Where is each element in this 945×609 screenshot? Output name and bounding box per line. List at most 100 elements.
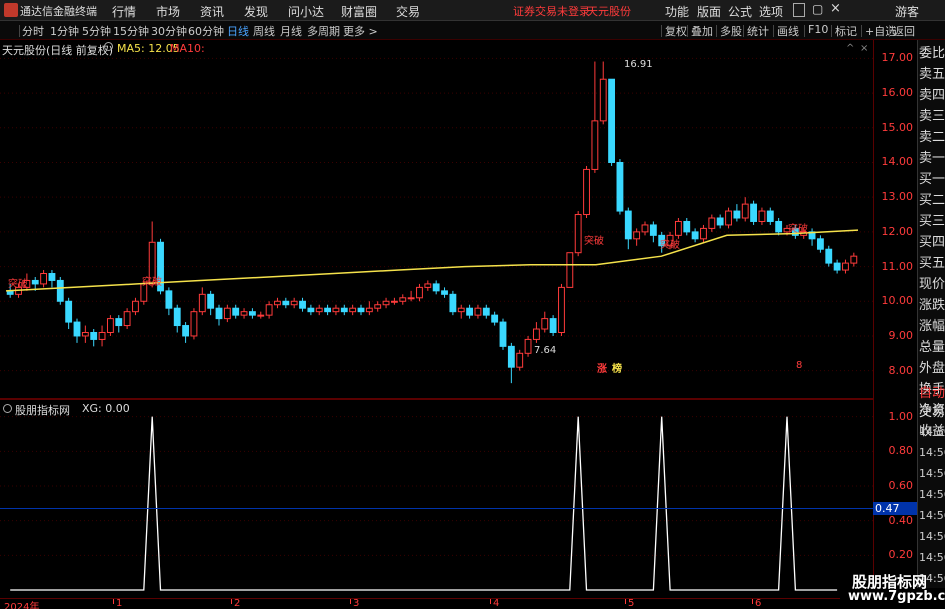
- period-tab-6[interactable]: 日线: [227, 23, 249, 39]
- menu-item-0[interactable]: 行情: [112, 3, 136, 20]
- price-tick: 8.00: [888, 363, 914, 377]
- indicator-tick: 0.60: [888, 479, 914, 492]
- minimize-window-icon[interactable]: [793, 3, 805, 17]
- period-tab-9[interactable]: 多周期: [307, 23, 340, 39]
- menu-item-6[interactable]: 交易: [396, 3, 420, 20]
- quote-field-0[interactable]: 委比: [919, 43, 945, 64]
- quote-field-9[interactable]: 买四: [919, 232, 945, 253]
- candle-body: [466, 307, 474, 316]
- candle-body: [98, 331, 106, 340]
- quote-field-14[interactable]: 总量: [919, 337, 945, 358]
- quote-field-1[interactable]: 卖五: [919, 64, 945, 85]
- candle-body: [215, 307, 223, 320]
- toolbar-divider: [773, 25, 774, 37]
- candle-body: [583, 168, 590, 216]
- kline-chart[interactable]: 天元股份(日线 前复权) MA5: 12.05 MA10: ^ × 16.91 …: [0, 40, 873, 398]
- menu-item-5[interactable]: 财富圈: [341, 3, 377, 20]
- date-tick: [625, 599, 626, 604]
- tick-time: 14:56: [919, 467, 945, 480]
- auto-trade-toggle[interactable]: 自动: [919, 383, 945, 404]
- candle-body: [491, 314, 499, 323]
- quote-field-7[interactable]: 买二: [919, 190, 945, 211]
- candle-body: [357, 307, 365, 313]
- user-login[interactable]: 游客: [895, 3, 919, 20]
- toolbar-button-7[interactable]: +自选: [865, 23, 896, 39]
- quote-field-13[interactable]: 涨幅: [919, 316, 945, 337]
- candle-body: [257, 314, 265, 317]
- period-tab-1[interactable]: 1分钟: [50, 23, 79, 39]
- quote-field-6[interactable]: 买一: [919, 169, 945, 190]
- quote-field-15[interactable]: 外盘: [919, 358, 945, 379]
- candle-body: [457, 307, 465, 313]
- menu-item-2[interactable]: 资讯: [200, 3, 224, 20]
- quote-field-4[interactable]: 卖二: [919, 127, 945, 148]
- toolbar-button-1[interactable]: 叠加: [691, 23, 713, 39]
- candle-body: [850, 255, 858, 264]
- right-menu-item-3[interactable]: 选项: [759, 3, 783, 20]
- quote-field-8[interactable]: 买三: [919, 211, 945, 232]
- candle-body: [432, 283, 440, 292]
- price-tick: 12.00: [881, 224, 914, 238]
- tick-time: 14:56: [919, 488, 945, 501]
- toolbar-button-8[interactable]: 返回: [893, 23, 915, 39]
- toolbar-button-3[interactable]: 统计: [747, 23, 769, 39]
- candle-body: [48, 273, 56, 281]
- menu-item-1[interactable]: 市场: [156, 3, 180, 20]
- menu-item-4[interactable]: 问小达: [288, 3, 324, 20]
- menu-item-3[interactable]: 发现: [244, 3, 268, 20]
- period-tab-8[interactable]: 月线: [280, 23, 302, 39]
- trade-tab[interactable]: 交易: [919, 402, 945, 423]
- period-tab-5[interactable]: 60分钟: [188, 23, 224, 39]
- quote-field-11[interactable]: 现价: [919, 274, 945, 295]
- period-toolbar: 分时 1分钟 5分钟 15分钟 30分钟 60分钟 日线 周线 月线 多周期 更多 > 复权 叠加 多股…: [0, 21, 945, 40]
- period-tab-2[interactable]: 5分钟: [82, 23, 111, 39]
- date-tick: [350, 599, 351, 604]
- candle-body: [307, 307, 315, 313]
- period-tab-0[interactable]: 分时: [22, 23, 44, 39]
- right-menu-item-0[interactable]: 功能: [665, 3, 689, 20]
- candle-body: [624, 210, 632, 240]
- event-marker: 8: [796, 360, 803, 371]
- quote-field-5[interactable]: 卖一: [919, 148, 945, 169]
- date-axis: 2024年 1 2 3 4 5 6: [0, 598, 873, 609]
- trade-login-status[interactable]: 证券交易未登录: [513, 3, 590, 19]
- price-tick: 13.00: [881, 190, 914, 204]
- low-price-label: 7.64: [534, 345, 557, 356]
- quote-field-3[interactable]: 卖三: [919, 106, 945, 127]
- candle-body: [274, 300, 281, 306]
- candle-body: [616, 161, 624, 212]
- candle-body: [833, 262, 841, 271]
- date-label: 1: [116, 598, 123, 609]
- period-tab-7[interactable]: 周线: [253, 23, 275, 39]
- quote-field-2[interactable]: 卖四: [919, 85, 945, 106]
- candle-body: [282, 300, 290, 306]
- period-tab-10[interactable]: 更多 >: [343, 23, 378, 39]
- quote-side-panel: 委比 卖五 卖四 卖三 卖二 卖一 买一 买二 买三 买四 买五 现价 涨跌 涨幅 总量 外盘 换手 净资 收益 自动…: [917, 40, 945, 598]
- indicator-chart[interactable]: 股朋指标网 XG: 0.00: [0, 400, 873, 598]
- kline-plot: [0, 57, 873, 384]
- period-tab-4[interactable]: 30分钟: [151, 23, 187, 39]
- candle-body: [449, 293, 457, 313]
- quote-field-12[interactable]: 涨跌: [919, 295, 945, 316]
- candle-body: [825, 248, 833, 264]
- date-tick: [113, 599, 114, 604]
- candle-body: [207, 293, 215, 309]
- quote-field-10[interactable]: 买五: [919, 253, 945, 274]
- toolbar-button-2[interactable]: 多股: [720, 23, 742, 39]
- candle-body: [115, 318, 123, 327]
- toolbar-button-4[interactable]: 画线: [777, 23, 799, 39]
- right-menu-item-2[interactable]: 公式: [728, 3, 752, 20]
- toolbar-button-0[interactable]: 复权: [665, 23, 687, 39]
- period-tab-3[interactable]: 15分钟: [113, 23, 149, 39]
- tick-time: 14:56: [919, 425, 945, 438]
- toolbar-button-6[interactable]: 标记: [835, 23, 857, 39]
- candle-body: [173, 307, 181, 327]
- restore-window-icon[interactable]: ▢: [812, 2, 823, 16]
- candle-body: [374, 304, 382, 309]
- candle-body: [324, 307, 332, 313]
- candle-body: [716, 217, 724, 226]
- date-label: 4: [493, 598, 500, 609]
- right-menu-item-1[interactable]: 版面: [697, 3, 721, 20]
- close-window-icon[interactable]: ×: [830, 1, 841, 16]
- toolbar-button-5[interactable]: F10: [808, 23, 828, 36]
